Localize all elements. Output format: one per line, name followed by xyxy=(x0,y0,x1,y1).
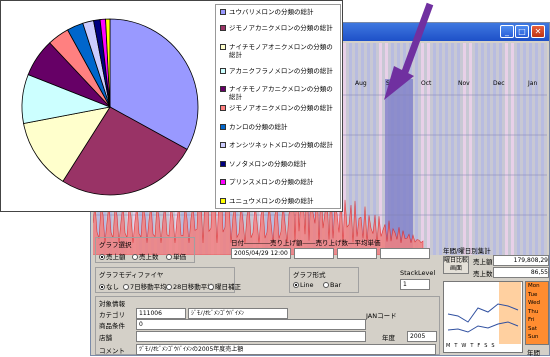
legend-label: ユウバリメロンの分類の総計 xyxy=(229,8,314,16)
legend-swatch xyxy=(220,161,226,167)
legend-label: ソノタメロンの分類の総計 xyxy=(229,160,307,168)
legend-label: プリンスメロンの分類の総計 xyxy=(229,178,314,186)
pie-legend: ユウバリメロンの分類の総計ジモノアカニクメロンの分類の総計ナイチモノアオニクメロ… xyxy=(215,4,341,209)
legend-swatch xyxy=(220,68,226,74)
legend-swatch xyxy=(220,198,226,204)
legend-label: ジモノアオニクメロンの分類の総計 xyxy=(229,104,333,112)
legend-swatch xyxy=(220,44,226,50)
legend-swatch xyxy=(220,86,226,92)
legend-swatch xyxy=(220,124,226,130)
legend-label: ジモノアカニクメロンの分類の総計 xyxy=(229,24,333,32)
pie-chart[interactable] xyxy=(1,1,215,211)
legend-swatch xyxy=(220,142,226,148)
legend-swatch xyxy=(220,105,226,111)
legend-swatch xyxy=(220,25,226,31)
arrow-shaft xyxy=(398,2,434,82)
legend-swatch xyxy=(220,179,226,185)
legend-label: ナイチモノアオニクメロンの分類の総計 xyxy=(229,43,333,59)
legend-label: ユニュウメロンの分類の総計 xyxy=(229,197,314,205)
legend-swatch xyxy=(220,9,226,15)
legend-label: オンシツネットメロンの分類の総計 xyxy=(229,141,333,149)
pie-chart-window: ユウバリメロンの分類の総計ジモノアカニクメロンの分類の総計ナイチモノアオニクメロ… xyxy=(0,0,343,212)
legend-label: カンロの分類の総計 xyxy=(229,123,288,131)
arrow-head xyxy=(384,66,414,100)
legend-label: ナイチモノアカニクメロンの分類の総計 xyxy=(229,85,333,101)
legend-label: アカニクフラノメロンの分類の総計 xyxy=(229,67,333,75)
